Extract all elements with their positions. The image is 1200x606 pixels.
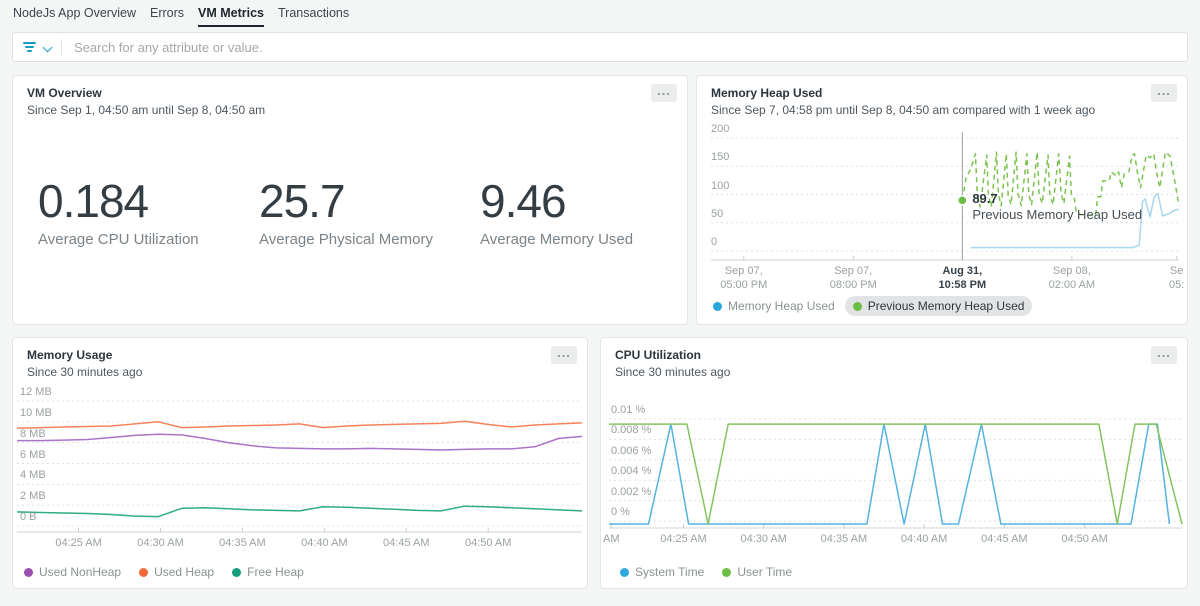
legend-dot-icon (713, 302, 722, 311)
panel-title: VM Overview (27, 86, 673, 101)
legend-item-free-heap[interactable]: Free Heap (224, 562, 312, 582)
legend-item-previous-memory-heap-used[interactable]: Previous Memory Heap Used (845, 296, 1033, 316)
y-axis-label: 0 B (20, 511, 37, 524)
search-bar[interactable] (12, 32, 1188, 62)
y-axis-label: 6 MB (20, 449, 46, 462)
y-axis-label: 12 MB (20, 386, 52, 399)
panel-cpu-utilization: CPU Utilization Since 30 minutes ago 0 %… (600, 337, 1188, 589)
x-axis-label: 04:35 AM (219, 536, 265, 550)
stat-value: 0.184 (38, 178, 259, 224)
x-axis-label: 04:40 AM (901, 532, 947, 546)
y-axis-label: 10 MB (20, 407, 52, 420)
x-axis-label: 04:25 AM (660, 532, 706, 546)
y-axis-label: 0.008 % (611, 424, 651, 437)
stat-average-memory-used: 9.46 Average Memory Used (480, 178, 688, 248)
x-axis-label: 04:40 AM (301, 536, 347, 550)
legend-dot-icon (722, 568, 731, 577)
x-axis-label: 04:30 AM (137, 536, 183, 550)
series-free-heap (17, 506, 582, 516)
tab-bar: NodeJs App Overview Errors VM Metrics Trans… (13, 6, 349, 27)
search-divider (61, 39, 62, 55)
stat-label: Average Physical Memory (259, 231, 480, 248)
chart-legend: Used NonHeap Used Heap Free Heap (16, 562, 312, 582)
legend-item-system-time[interactable]: System Time (612, 562, 712, 582)
y-axis-label: 100 (711, 180, 729, 193)
legend-item-memory-heap-used[interactable]: Memory Heap Used (705, 296, 843, 316)
y-axis-label: 2 MB (20, 490, 46, 503)
tab-errors[interactable]: Errors (150, 6, 184, 25)
y-axis-label: 0.01 % (611, 404, 645, 417)
tooltip-value: 89.7 (972, 191, 1142, 207)
y-axis-label: 50 (711, 208, 723, 221)
y-axis-label: 0.006 % (611, 445, 651, 458)
x-axis-label: 04:45 AM (981, 532, 1027, 546)
legend-dot-icon (853, 302, 862, 311)
x-axis-label: Sep 08, 02:00 AM (1049, 264, 1095, 293)
legend-item-used-heap[interactable]: Used Heap (131, 562, 222, 582)
chevron-down-icon[interactable] (43, 43, 52, 52)
y-axis-label: 0 (711, 236, 717, 249)
stat-average-physical-memory: 25.7 Average Physical Memory (259, 178, 480, 248)
legend-dot-icon (232, 568, 241, 577)
tooltip-label: Previous Memory Heap Used (972, 207, 1142, 223)
x-axis-label: 04:30 AM (740, 532, 786, 546)
legend-label: Used Heap (154, 565, 214, 579)
x-axis-label: 04:25 AM (55, 536, 101, 550)
vm-overview-stats: 0.184Average CPU Utilization25.7Average … (38, 178, 688, 248)
legend-label: Used NonHeap (39, 565, 121, 579)
legend-item-user-time[interactable]: User Time (714, 562, 800, 582)
panel-vm-overview: VM Overview Since Sep 1, 04:50 am until … (12, 75, 688, 325)
legend-dot-icon (620, 568, 629, 577)
tab-nodejs-app-overview[interactable]: NodeJs App Overview (13, 6, 136, 25)
x-axis-label: AM (603, 532, 620, 546)
y-axis-label: 0.004 % (611, 465, 651, 478)
stat-value: 9.46 (480, 178, 688, 224)
chart-tooltip: 89.7Previous Memory Heap Used (972, 191, 1142, 223)
chart-legend: Memory Heap Used Previous Memory Heap Use… (705, 296, 1032, 316)
filter-lines-icon[interactable] (23, 42, 36, 52)
legend-dot-icon (139, 568, 148, 577)
ellipsis-icon[interactable] (651, 84, 677, 102)
memory_usage-plot-area[interactable] (13, 338, 587, 540)
x-axis-label: 04:50 AM (465, 536, 511, 550)
stat-average-cpu-utilization: 0.184 Average CPU Utilization (38, 178, 259, 248)
stat-label: Average CPU Utilization (38, 231, 259, 248)
x-axis-label: 04:50 AM (1061, 532, 1107, 546)
series-used-nonheap (17, 434, 582, 450)
panel-memory-heap-used: Memory Heap Used Since Sep 7, 04:58 pm u… (696, 75, 1188, 325)
stat-value: 25.7 (259, 178, 480, 224)
tooltip-dot (958, 196, 967, 205)
x-axis-label: Sep 07, 08:00 PM (830, 264, 877, 293)
x-axis-label: Sep 07, 05:00 PM (720, 264, 767, 293)
panel-subtitle: Since Sep 1, 04:50 am until Sep 8, 04:50… (27, 103, 673, 119)
x-axis-label: 04:45 AM (383, 536, 429, 550)
y-axis-label: 0 % (611, 506, 630, 519)
tab-transactions[interactable]: Transactions (278, 6, 349, 25)
memory_heap-plot-area[interactable] (697, 76, 1187, 268)
x-axis-label: Aug 31, 10:58 PM (938, 264, 986, 293)
cpu-plot-area[interactable] (601, 338, 1187, 536)
legend-label: User Time (737, 565, 792, 579)
legend-label: System Time (635, 565, 704, 579)
y-axis-label: 200 (711, 123, 729, 136)
x-axis-label: Se 05: (1169, 264, 1184, 293)
chart-legend: System Time User Time (612, 562, 800, 582)
y-axis-label: 4 MB (20, 469, 46, 482)
search-input[interactable] (72, 39, 1177, 56)
legend-label: Memory Heap Used (728, 299, 835, 313)
legend-item-used-nonheap[interactable]: Used NonHeap (16, 562, 129, 582)
legend-label: Previous Memory Heap Used (868, 299, 1025, 313)
legend-dot-icon (24, 568, 33, 577)
x-axis-label: 04:35 AM (821, 532, 867, 546)
y-axis-label: 150 (711, 151, 729, 164)
stat-label: Average Memory Used (480, 231, 688, 248)
panel-header: VM Overview Since Sep 1, 04:50 am until … (13, 76, 687, 119)
tab-vm-metrics[interactable]: VM Metrics (198, 6, 264, 27)
y-axis-label: 0.002 % (611, 486, 651, 499)
panel-memory-usage: Memory Usage Since 30 minutes ago 0 B2 M… (12, 337, 588, 589)
legend-label: Free Heap (247, 565, 304, 579)
y-axis-label: 8 MB (20, 428, 46, 441)
